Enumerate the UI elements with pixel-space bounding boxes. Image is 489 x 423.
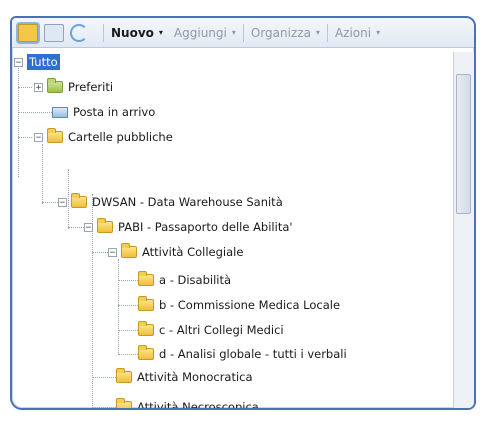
tree-node-dwsan[interactable]: − DWSAN - Data Warehouse Sanità [58,193,283,211]
tree-node-label: Cartelle pubbliche [68,130,173,144]
tree-node-attivita-collegiale[interactable]: − Attività Collegiale [108,243,243,261]
folder-view-icon[interactable] [18,23,38,42]
toolbar-separator [168,24,169,42]
tree-node-label: DWSAN - Data Warehouse Sanità [92,195,283,209]
expand-icon[interactable]: + [34,82,43,92]
folder-icon [138,296,154,311]
tree-node-label: PABI - Passaporto delle Abilita' [118,220,293,234]
tree-connector [92,377,116,378]
tree-node-preferiti[interactable]: + Preferiti [34,78,113,96]
organizza-label: Organizza [250,25,311,40]
tree-connector [118,259,119,355]
toolbar-separator [242,23,244,42]
collapse-icon[interactable]: − [84,222,93,232]
tree-node-label: Tutto [27,54,60,70]
folder-icon [121,243,137,258]
tree-connector [118,354,138,355]
tree-connector [18,87,32,88]
organizza-button[interactable]: Organizza ▾ [251,26,320,40]
folder-icon [71,193,87,208]
vertical-scrollbar[interactable] [453,52,474,408]
tree-node-tutto[interactable]: − Tutto [14,53,60,71]
tree-node-label: Attività Monocratica [137,370,253,384]
tree-node-posta-in-arrivo[interactable]: Posta in arrivo [52,103,155,121]
tree-node-label: b - Commissione Medica Locale [159,298,341,312]
tree-node-altri-collegi[interactable]: c - Altri Collegi Medici [138,321,284,339]
tree-node-label: Preferiti [68,80,114,94]
refresh-icon[interactable] [70,23,88,42]
tree-connector [42,144,43,204]
favorites-folder-icon [47,78,63,93]
inbox-icon [52,106,68,118]
folder-icon [97,218,113,233]
collapse-icon[interactable]: − [14,57,23,67]
aggiungi-label: Aggiungi [173,25,227,40]
aggiungi-button[interactable]: Aggiungi ▾ [174,26,236,40]
collapse-icon[interactable]: − [108,247,117,257]
tree-node-label: c - Altri Collegi Medici [159,323,284,337]
tree-node-commissione[interactable]: b - Commissione Medica Locale [138,296,340,314]
azioni-button[interactable]: Azioni ▾ [335,26,380,40]
tree-connector [42,202,58,203]
tree-connector [118,280,138,281]
tree-node-label: Attività Necroscopica [137,400,259,410]
tree-view-icon[interactable] [44,23,64,42]
azioni-label: Azioni [334,25,372,40]
nuovo-label: Nuovo [111,25,154,40]
nuovo-button[interactable]: Nuovo ▾ [111,26,163,40]
tree-node-cartelle-pubbliche[interactable]: − Cartelle pubbliche [34,128,173,146]
tree-connector [118,330,138,331]
toolbar-separator [326,23,328,42]
tree-node-label: Attività Collegiale [142,245,244,259]
tree-node-label: Posta in arrivo [73,105,156,119]
folder-icon [116,368,132,383]
chevron-down-icon: ▾ [315,28,320,37]
folder-icon [47,128,63,143]
tree-node-disabilita[interactable]: a - Disabilità [138,271,231,289]
tree-connector [118,305,138,306]
tree-connector [18,112,52,113]
toolbar: Nuovo ▾ Aggiungi ▾ Organizza ▾ Azioni ▾ [12,18,474,48]
tree-connector [18,62,19,177]
tree-node-attivita-monocratica[interactable]: Attività Monocratica [116,368,253,386]
folder-icon [138,321,154,336]
tree-node-pabi[interactable]: − PABI - Passaporto delle Abilita' [84,218,293,236]
folder-icon [138,271,154,286]
chevron-down-icon: ▾ [158,28,163,37]
tree-connector [92,252,108,253]
toolbar-separator [103,23,104,42]
chevron-down-icon: ▾ [231,28,236,37]
chevron-down-icon: ▾ [376,28,381,37]
collapse-icon[interactable]: − [58,197,67,207]
folder-tree: − Tutto + Preferiti Posta in arrivo − Ca… [12,52,452,408]
tree-node-attivita-necroscopica[interactable]: Attività Necroscopica [116,398,259,410]
tree-connector [92,407,116,408]
scrollbar-thumb[interactable] [456,74,471,214]
explorer-window: Nuovo ▾ Aggiungi ▾ Organizza ▾ Azioni ▾ [10,16,476,410]
folder-icon [116,398,132,408]
tree-node-label: a - Disabilità [159,273,232,287]
tree-connector [18,137,32,138]
collapse-icon[interactable]: − [34,132,43,142]
tree-connector [68,227,84,228]
folder-icon [138,345,154,360]
tree-node-label: d - Analisi globale - tutti i verbali [159,347,347,361]
tree-node-analisi-globale[interactable]: d - Analisi globale - tutti i verbali [138,345,347,363]
